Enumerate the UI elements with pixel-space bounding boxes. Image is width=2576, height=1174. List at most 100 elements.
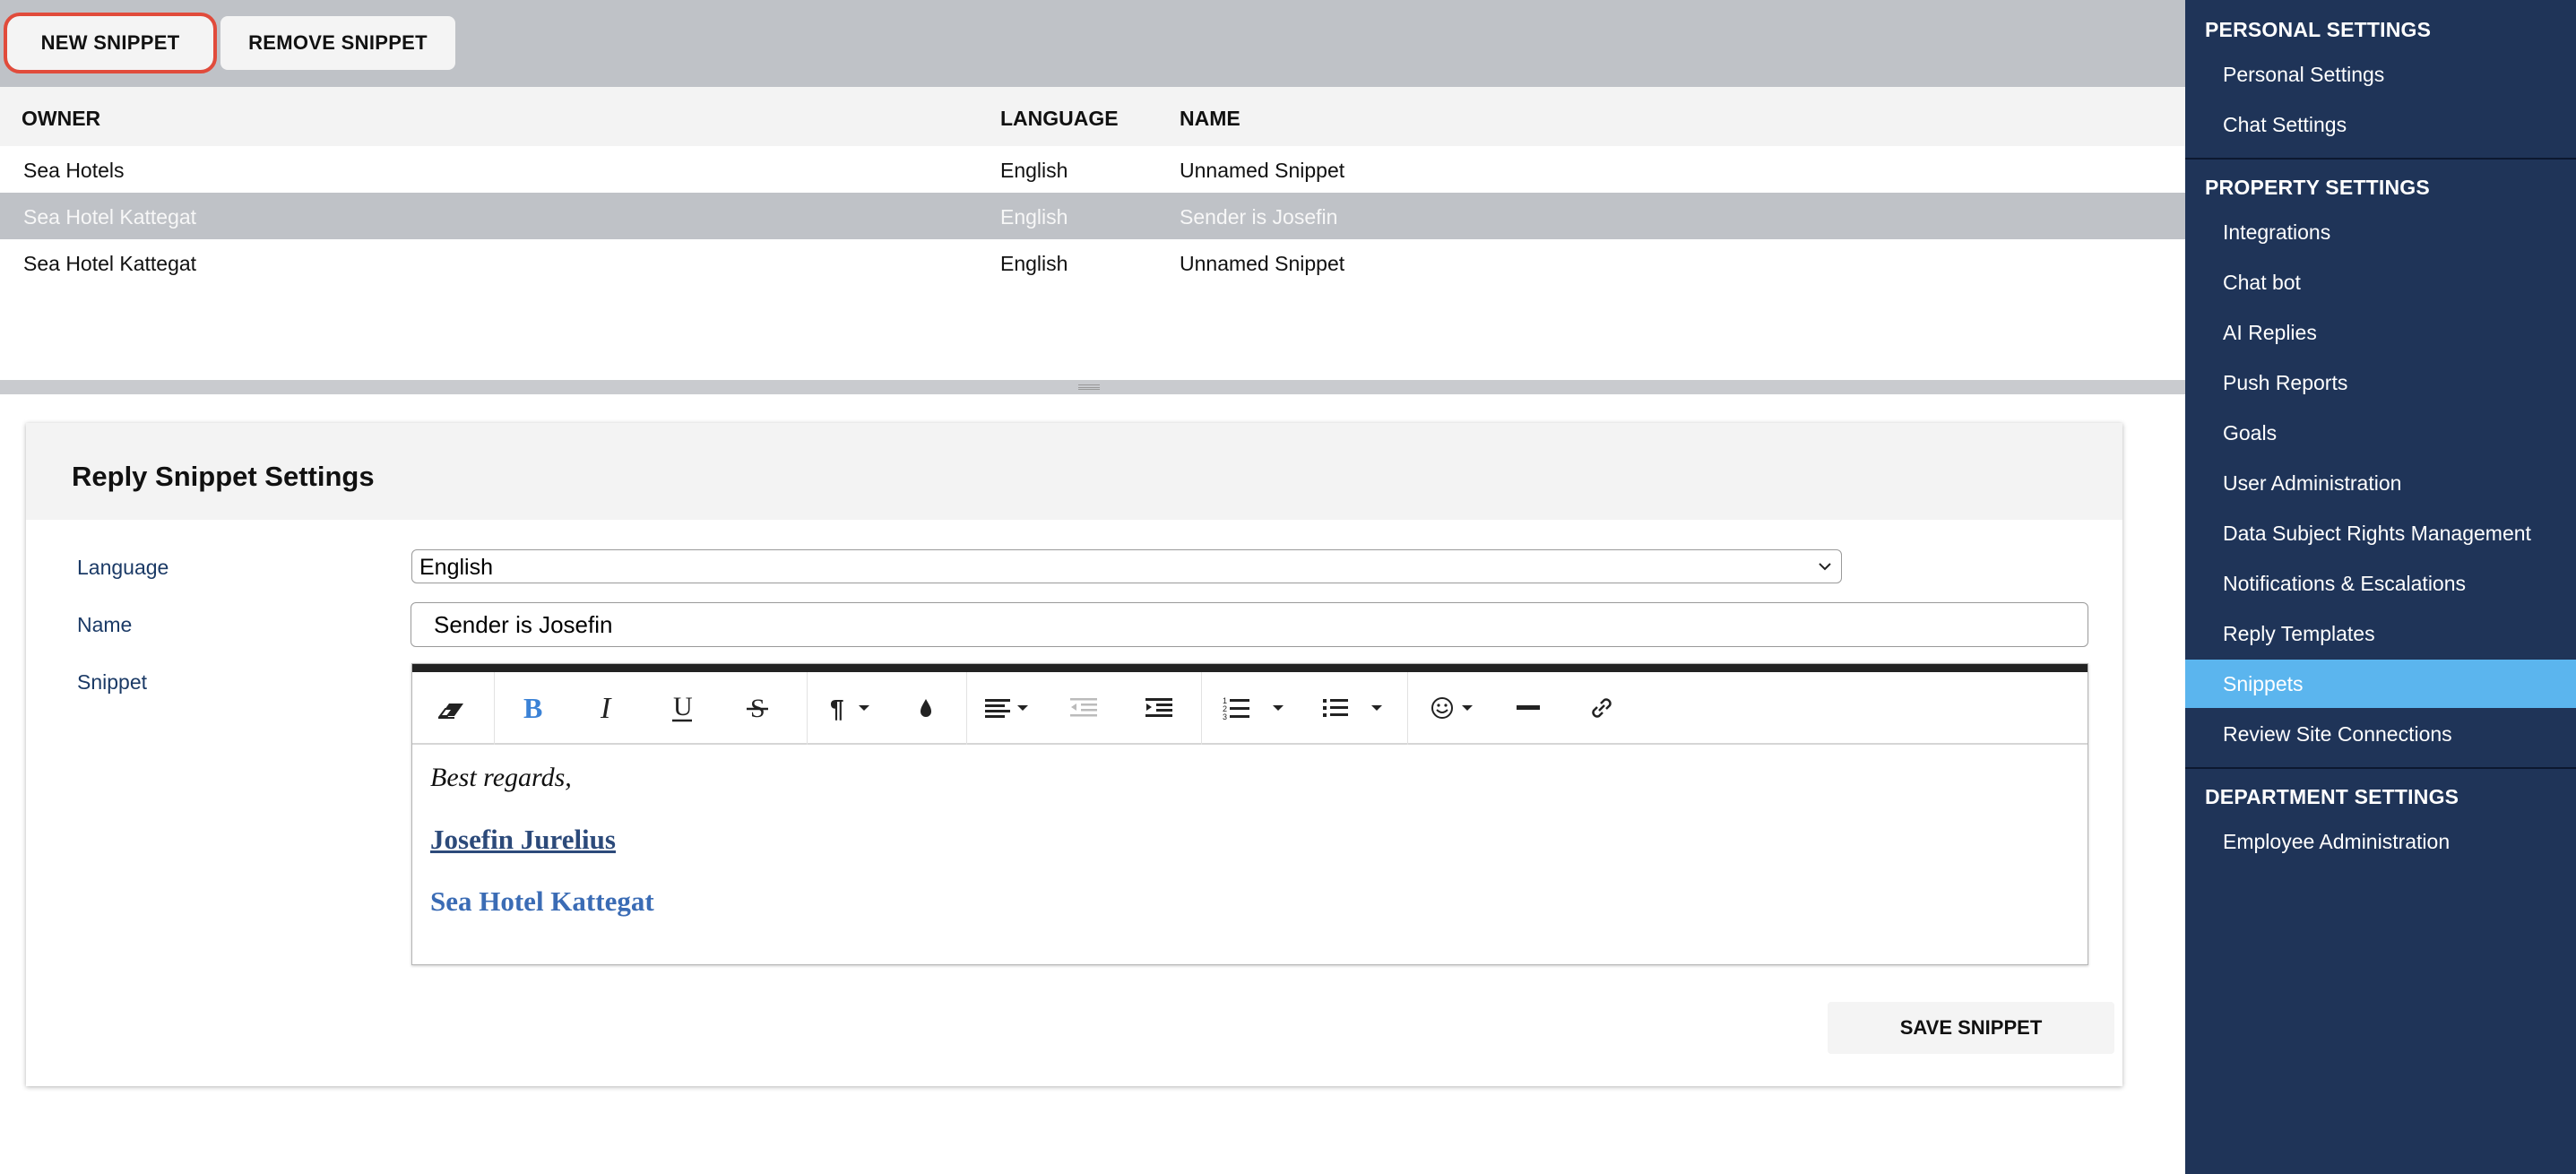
sidebar-divider — [2185, 158, 2576, 160]
underline-icon[interactable]: U — [661, 688, 703, 728]
text-color-icon[interactable] — [905, 688, 947, 728]
svg-text:B: B — [523, 693, 542, 723]
toolbar-separator — [1201, 672, 1202, 745]
table-row-selected[interactable]: Sea Hotel Kattegat English Sender is Jos… — [0, 193, 2185, 239]
snippet-toolbar: NEW SNIPPET REMOVE SNIPPET — [0, 0, 2185, 87]
sidebar-item-user-administration[interactable]: User Administration — [2185, 459, 2576, 507]
sidebar-item-ai-replies[interactable]: AI Replies — [2185, 308, 2576, 357]
sidebar-item-employee-administration[interactable]: Employee Administration — [2185, 817, 2576, 866]
sidebar-item-label: Push Reports — [2223, 371, 2348, 394]
pane-splitter[interactable] — [0, 380, 2185, 394]
ordered-list-icon[interactable]: 123 — [1219, 688, 1294, 728]
panel-header: Reply Snippet Settings — [26, 423, 2122, 520]
sidebar-item-label: Employee Administration — [2223, 830, 2451, 853]
editor-top-border — [412, 664, 2088, 672]
bold-icon[interactable]: B — [511, 688, 552, 728]
language-label: Language — [77, 556, 169, 579]
horizontal-rule-icon[interactable] — [1508, 688, 1549, 728]
outdent-icon[interactable] — [1063, 688, 1104, 728]
unordered-list-icon[interactable] — [1318, 688, 1393, 728]
link-icon[interactable] — [1581, 688, 1622, 728]
cell-owner: Sea Hotel Kattegat — [23, 205, 197, 229]
cell-owner: Sea Hotels — [23, 159, 125, 182]
cell-owner: Sea Hotel Kattegat — [23, 252, 197, 275]
svg-text:¶: ¶ — [830, 695, 844, 721]
emoji-icon[interactable] — [1425, 688, 1488, 728]
snippet-editor[interactable]: B I U S ¶ 1 2 3 Best regards, Josefin Ju… — [411, 663, 2088, 965]
table-row[interactable]: Sea Hotels English Unnamed Snippet — [0, 146, 2185, 193]
sidebar-item-label: Chat Settings — [2223, 113, 2347, 136]
chevron-down-icon — [1819, 563, 1831, 571]
name-field[interactable] — [411, 602, 2088, 647]
sidebar-item-label: Notifications & Escalations — [2223, 572, 2467, 595]
main-area: NEW SNIPPET REMOVE SNIPPET OWNER LANGUAG… — [0, 0, 2185, 1174]
sidebar-item-label: Reply Templates — [2223, 622, 2375, 645]
sidebar-heading-property: PROPERTY SETTINGS — [2205, 176, 2430, 199]
snippet-settings-panel: Reply Snippet Settings Language English … — [26, 423, 2122, 1086]
sidebar-heading-department: DEPARTMENT SETTINGS — [2205, 785, 2459, 808]
italic-icon[interactable]: I — [586, 688, 627, 728]
cell-name: Unnamed Snippet — [1180, 252, 1345, 275]
sidebar-item-chat-bot[interactable]: Chat bot — [2185, 258, 2576, 306]
svg-text:3: 3 — [1223, 712, 1227, 721]
table-header: OWNER LANGUAGE NAME — [0, 87, 2185, 146]
column-header-name[interactable]: NAME — [1180, 107, 1240, 131]
sidebar-item-label: Personal Settings — [2223, 63, 2385, 86]
language-select-value: English — [419, 555, 493, 580]
sidebar-item-label: Integrations — [2223, 220, 2331, 244]
toolbar-separator — [1407, 672, 1408, 745]
panel-title: Reply Snippet Settings — [72, 461, 375, 492]
svg-text:I: I — [600, 693, 612, 723]
eraser-icon[interactable] — [430, 688, 473, 728]
svg-text:U: U — [673, 693, 693, 721]
sidebar-item-push-reports[interactable]: Push Reports — [2185, 358, 2576, 407]
sidebar-item-label: Data Subject Rights Management — [2223, 522, 2531, 545]
editor-content[interactable]: Best regards, Josefin Jurelius Sea Hotel… — [412, 745, 2088, 964]
column-header-owner[interactable]: OWNER — [22, 107, 100, 131]
snippet-line: Best regards, — [430, 763, 572, 792]
sidebar-item-chat-settings[interactable]: Chat Settings — [2185, 100, 2576, 149]
snippet-label: Snippet — [77, 670, 148, 694]
sidebar-item-data-subject-rights[interactable]: Data Subject Rights Management — [2185, 509, 2576, 557]
cell-name: Unnamed Snippet — [1180, 159, 1345, 182]
app-root: NEW SNIPPET REMOVE SNIPPET OWNER LANGUAG… — [0, 0, 2576, 1174]
cell-language: English — [1000, 159, 1068, 182]
strikethrough-icon[interactable]: S — [737, 688, 778, 728]
sidebar-item-label: Chat bot — [2223, 271, 2301, 294]
cell-name: Sender is Josefin — [1180, 205, 1338, 229]
snippet-line: Sea Hotel Kattegat — [430, 885, 654, 917]
sidebar-item-label: Snippets — [2223, 672, 2304, 695]
settings-sidebar: PERSONAL SETTINGS Personal Settings Chat… — [2185, 0, 2576, 1174]
sidebar-item-goals[interactable]: Goals — [2185, 409, 2576, 457]
sidebar-heading-personal: PERSONAL SETTINGS — [2205, 18, 2432, 41]
sidebar-divider — [2185, 767, 2576, 769]
column-header-language[interactable]: LANGUAGE — [1000, 107, 1119, 131]
sidebar-item-snippets[interactable]: Snippets — [2185, 660, 2576, 708]
indent-icon[interactable] — [1138, 688, 1180, 728]
editor-toolbar: B I U S ¶ 1 2 3 — [412, 672, 2088, 745]
toolbar-separator — [807, 672, 808, 745]
sidebar-item-integrations[interactable]: Integrations — [2185, 208, 2576, 256]
toolbar-separator — [494, 672, 495, 745]
paragraph-icon[interactable]: ¶ — [825, 688, 882, 728]
save-snippet-button[interactable]: SAVE SNIPPET — [1828, 1002, 2114, 1054]
sidebar-item-label: Review Site Connections — [2223, 722, 2452, 746]
remove-snippet-button[interactable]: REMOVE SNIPPET — [220, 16, 455, 70]
sidebar-item-label: AI Replies — [2223, 321, 2317, 344]
cell-language: English — [1000, 205, 1068, 229]
sidebar-item-reply-templates[interactable]: Reply Templates — [2185, 609, 2576, 658]
toolbar-separator — [966, 672, 967, 745]
snippet-line-link[interactable]: Josefin Jurelius — [430, 824, 616, 856]
sidebar-item-personal-settings[interactable]: Personal Settings — [2185, 50, 2576, 99]
sidebar-item-label: Goals — [2223, 421, 2278, 445]
sidebar-item-notifications[interactable]: Notifications & Escalations — [2185, 559, 2576, 608]
new-snippet-button[interactable]: NEW SNIPPET — [4, 13, 217, 73]
sidebar-item-review-site-connections[interactable]: Review Site Connections — [2185, 710, 2576, 758]
language-select[interactable]: English — [411, 549, 1842, 583]
splitter-grip-icon[interactable] — [1078, 384, 1100, 390]
table-row[interactable]: Sea Hotel Kattegat English Unnamed Snipp… — [0, 239, 2185, 286]
cell-language: English — [1000, 252, 1068, 275]
align-icon[interactable] — [979, 688, 1042, 728]
name-label: Name — [77, 613, 133, 636]
sidebar-item-label: User Administration — [2223, 471, 2402, 495]
